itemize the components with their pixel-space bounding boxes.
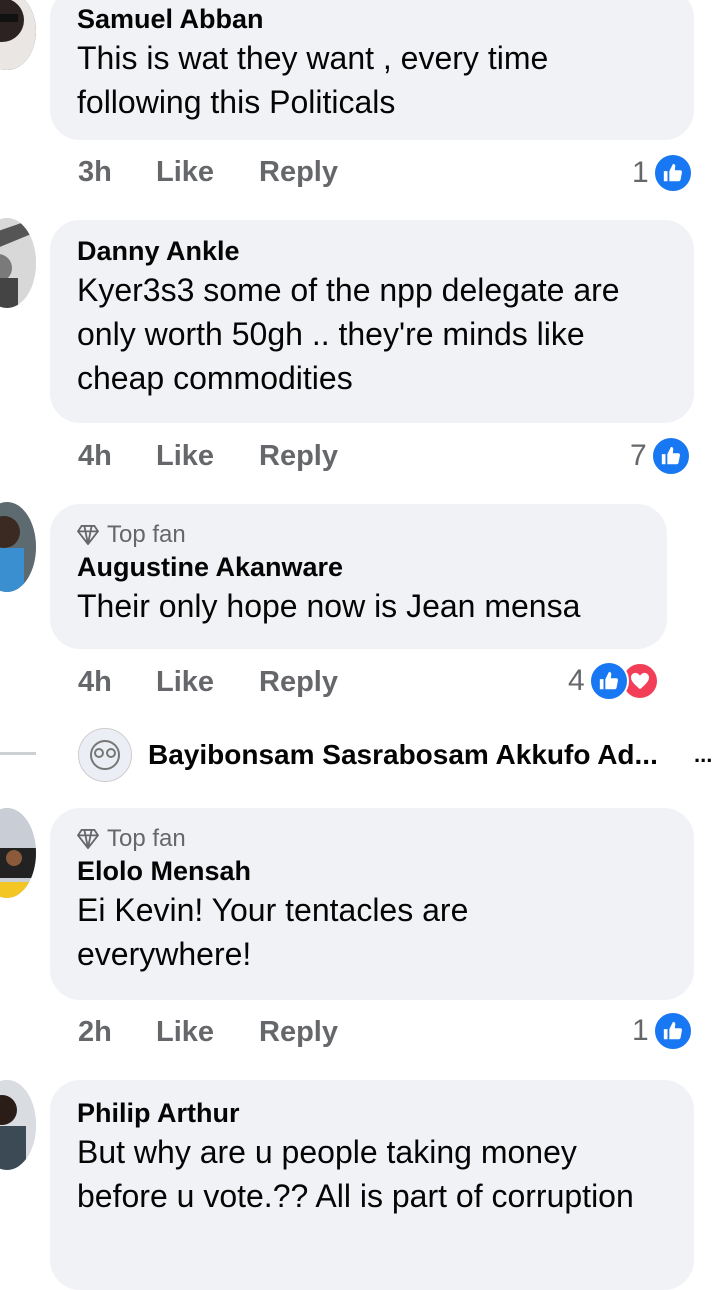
diamond-icon [77,829,99,849]
comment-bubble: Top fan Elolo Mensah Ei Kevin! Your tent… [50,808,694,1000]
reaction-summary[interactable]: 7 [630,436,691,476]
avatar[interactable] [0,218,36,308]
comment-bubble: Philip Arthur But why are u people takin… [50,1080,694,1290]
reply-button[interactable]: Reply [259,156,338,189]
comment-author[interactable]: Danny Ankle [77,234,668,268]
comment-text: Ei Kevin! Your tentacles are everywhere! [77,892,469,972]
avatar[interactable] [0,502,36,592]
reaction-summary[interactable]: 4 [568,661,659,701]
avatar[interactable] [0,1080,36,1170]
like-icon [650,436,691,476]
reply-button[interactable]: Reply [259,1016,338,1049]
comment-time[interactable]: 4h [78,440,112,473]
comment-time[interactable]: 3h [78,156,112,189]
comment-author[interactable]: Augustine Akanware [77,550,641,584]
more-indicator[interactable]: ... [694,738,712,772]
top-fan-label: Top fan [107,825,186,852]
reply-button[interactable]: Reply [259,666,338,699]
diamond-icon [77,525,99,545]
like-button[interactable]: Like [156,666,214,699]
avatar[interactable] [0,808,36,898]
top-fan-label: Top fan [107,521,186,548]
reaction-count: 1 [632,1014,649,1047]
comment-text: This is wat they want , every time follo… [77,40,549,120]
reaction-count: 4 [568,664,585,697]
like-icon [588,661,629,701]
thread-connector [0,752,36,755]
collapsed-reply-author[interactable]: Bayibonsam Sasrabosam Akkufo Ad... [148,738,658,772]
comment-bubble: Top fan Augustine Akanware Their only ho… [50,504,667,649]
reply-button[interactable]: Reply [259,440,338,473]
comment-author[interactable]: Elolo Mensah [77,854,668,888]
avatar[interactable] [78,728,132,782]
top-fan-badge: Top fan [77,824,668,854]
comment-bubble: Danny Ankle Kyer3s3 some of the npp dele… [50,220,694,423]
like-button[interactable]: Like [156,440,214,473]
comment-bubble: Samuel Abban This is wat they want , eve… [50,0,694,140]
avatar[interactable] [0,0,36,70]
comment-text: Kyer3s3 some of the npp delegate are onl… [77,272,620,396]
comment-text: But why are u people taking money before… [77,1134,634,1214]
top-fan-badge: Top fan [77,520,641,550]
reaction-count: 1 [632,156,649,189]
reaction-summary[interactable]: 1 [632,1011,693,1051]
like-button[interactable]: Like [156,1016,214,1049]
comment-author[interactable]: Philip Arthur [77,1096,668,1130]
like-button[interactable]: Like [156,156,214,189]
comment-text: Their only hope now is Jean mensa [77,588,581,624]
like-icon [652,1011,693,1051]
comment-time[interactable]: 2h [78,1016,112,1049]
comment-time[interactable]: 4h [78,666,112,699]
reaction-count: 7 [630,439,647,472]
comment-author[interactable]: Samuel Abban [77,2,668,36]
reaction-summary[interactable]: 1 [632,153,693,193]
like-icon [652,153,693,193]
